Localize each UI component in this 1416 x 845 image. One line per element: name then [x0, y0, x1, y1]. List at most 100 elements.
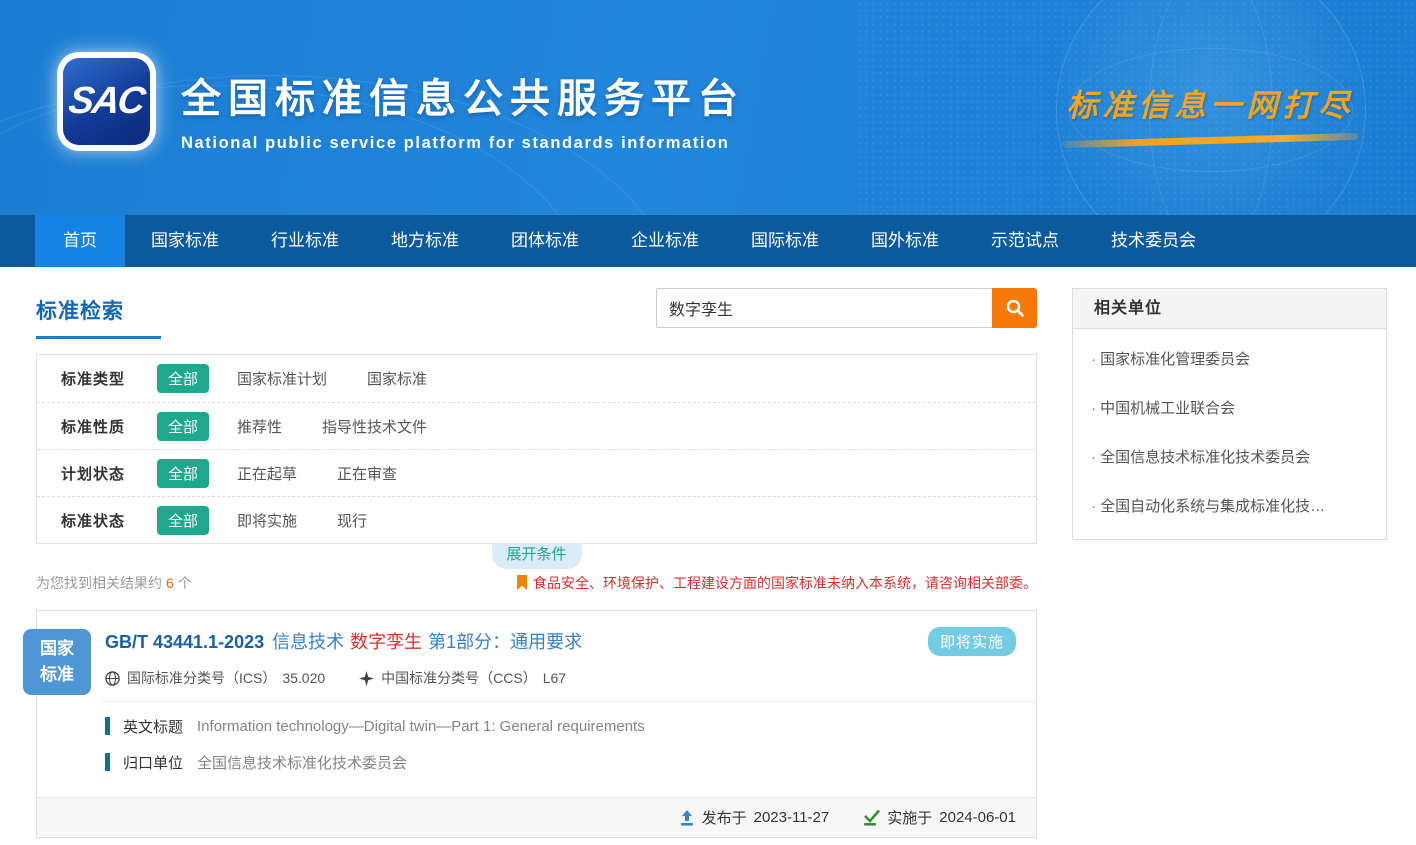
national-standard-badge: 国家 标准 [23, 629, 91, 695]
impl-label: 实施于 [887, 807, 932, 828]
filter-option[interactable]: 现行 [337, 510, 367, 531]
compass-icon [359, 671, 374, 686]
page-content: 标准检索 标准类型 全部 国家标准计划 [0, 267, 1416, 838]
related-unit-link[interactable]: 国家标准化管理委员会 [1073, 335, 1386, 384]
filter-label: 标准性质 [61, 416, 157, 437]
nav-item-foreign-standards[interactable]: 国外标准 [845, 215, 965, 267]
site-title: 全国标准信息公共服务平台 [181, 66, 745, 124]
result-summary-prefix: 为您找到相关结果约 [36, 575, 162, 591]
filter-label: 标准类型 [61, 368, 157, 389]
related-unit-link[interactable]: 全国信息技术标准化技术委员会 [1073, 433, 1386, 482]
main-navbar: 首页 国家标准 行业标准 地方标准 团体标准 企业标准 国际标准 国外标准 示范… [0, 215, 1416, 267]
bookmark-icon [516, 575, 528, 591]
status-badge: 即将实施 [928, 627, 1016, 656]
notice-text: 食品安全、环境保护、工程建设方面的国家标准未纳入本系统，请咨询相关部委。 [533, 573, 1037, 593]
results-meta-row: 为您找到相关结果约6个 食品安全、环境保护、工程建设方面的国家标准未纳入本系统，… [36, 573, 1037, 593]
related-unit-link[interactable]: 中国机械工业联合会 [1073, 384, 1386, 433]
filter-option[interactable]: 国家标准计划 [237, 368, 327, 389]
standard-title-highlight: 数字孪生 [350, 632, 422, 652]
badge-line2: 标准 [40, 662, 74, 688]
slogan-text: 标准信息一网打尽 [1063, 80, 1358, 125]
nav-item-group-standards[interactable]: 团体标准 [485, 215, 605, 267]
filter-option[interactable]: 正在起草 [237, 463, 297, 484]
filter-option[interactable]: 即将实施 [237, 510, 297, 531]
impl-date-item: 实施于 2024-06-01 [863, 807, 1016, 828]
nav-item-home[interactable]: 首页 [35, 215, 125, 267]
classification-row: 国际标准分类号（ICS） 35.020 中国标准分类号（CCS） L67 [105, 668, 906, 688]
search-row: 标准检索 [36, 288, 1037, 332]
nav-item-national-standards[interactable]: 国家标准 [125, 215, 245, 267]
filter-row-standard-status: 标准状态 全部 即将实施 现行 [37, 496, 1036, 543]
ics-value: 35.020 [282, 670, 325, 686]
filter-row-standard-type: 标准类型 全部 国家标准计划 国家标准 [37, 355, 1036, 402]
sac-logo-inner: SAC [63, 58, 150, 145]
ccs-value: L67 [543, 670, 566, 686]
related-unit-link[interactable]: 全国自动化系统与集成标准化技… [1073, 482, 1386, 531]
sidebar: 相关单位 国家标准化管理委员会 中国机械工业联合会 全国信息技术标准化技术委员会… [1072, 288, 1387, 838]
org-value: 全国信息技术标准化技术委员会 [197, 752, 407, 773]
check-icon [863, 810, 880, 826]
card-head: GB/T 43441.1-2023 信息技术数字孪生第1部分：通用要求 国际标准分… [37, 611, 1036, 688]
publish-icon [679, 810, 695, 826]
related-units-title: 相关单位 [1073, 289, 1386, 329]
detail-bar [105, 753, 110, 771]
card-footer: 发布于 2023-11-27 实施于 2024-06-01 [37, 797, 1036, 837]
main-column: 标准检索 标准类型 全部 国家标准计划 [36, 288, 1037, 838]
nav-item-pilot[interactable]: 示范试点 [965, 215, 1085, 267]
impl-date: 2024-06-01 [939, 809, 1016, 826]
section-title-wrap: 标准检索 [36, 288, 124, 325]
filter-option[interactable]: 推荐性 [237, 416, 282, 437]
org-label: 归口单位 [123, 752, 183, 773]
standard-title-part1: 信息技术 [272, 632, 344, 652]
nav-list: 首页 国家标准 行业标准 地方标准 团体标准 企业标准 国际标准 国外标准 示范… [0, 215, 1416, 267]
related-units-panel: 相关单位 国家标准化管理委员会 中国机械工业联合会 全国信息技术标准化技术委员会… [1072, 288, 1387, 540]
banner-slogan: 标准信息一网打尽 [1063, 80, 1358, 144]
sac-logo-text: SAC [66, 80, 146, 123]
search-input[interactable] [656, 288, 992, 328]
banner-titles: 全国标准信息公共服务平台 National public service pla… [181, 66, 745, 153]
badge-line1: 国家 [40, 636, 74, 662]
result-summary: 为您找到相关结果约6个 [36, 573, 192, 593]
search-group [656, 288, 1037, 328]
filter-all-button[interactable]: 全部 [157, 412, 209, 441]
filter-option[interactable]: 正在审查 [337, 463, 397, 484]
nav-item-international-standards[interactable]: 国际标准 [725, 215, 845, 267]
search-button[interactable] [992, 288, 1037, 328]
filter-all-button[interactable]: 全部 [157, 364, 209, 393]
standard-title-link[interactable]: GB/T 43441.1-2023 信息技术数字孪生第1部分：通用要求 [105, 628, 906, 654]
english-title-label: 英文标题 [123, 716, 183, 737]
page-title: 标准检索 [36, 300, 124, 323]
site-banner: SAC 全国标准信息公共服务平台 National public service… [0, 0, 1416, 215]
filter-all-button[interactable]: 全部 [157, 459, 209, 488]
globe-icon [105, 671, 120, 686]
expand-conditions-button[interactable]: 展开条件 [492, 543, 582, 569]
result-card: 国家 标准 即将实施 GB/T 43441.1-2023 信息技术数字孪生第1部分… [36, 610, 1037, 838]
card-details: 英文标题 Information technology—Digital twin… [37, 702, 1036, 797]
result-summary-suffix: 个 [178, 575, 192, 591]
ccs-label: 中国标准分类号（CCS） [381, 668, 537, 688]
filter-option[interactable]: 国家标准 [367, 368, 427, 389]
filter-all-button[interactable]: 全部 [157, 506, 209, 535]
org-row: 归口单位 全国信息技术标准化技术委员会 [105, 751, 1016, 773]
filter-label: 标准状态 [61, 510, 157, 531]
filter-box: 标准类型 全部 国家标准计划 国家标准 标准性质 全部 推荐性 指导性技术文件 … [36, 354, 1037, 544]
nav-item-enterprise-standards[interactable]: 企业标准 [605, 215, 725, 267]
title-underline [36, 336, 161, 339]
sac-logo[interactable]: SAC [57, 52, 156, 151]
nav-item-local-standards[interactable]: 地方标准 [365, 215, 485, 267]
filter-row-plan-status: 计划状态 全部 正在起草 正在审查 [37, 449, 1036, 496]
system-notice: 食品安全、环境保护、工程建设方面的国家标准未纳入本系统，请咨询相关部委。 [516, 573, 1037, 593]
filter-option[interactable]: 指导性技术文件 [322, 416, 427, 437]
nav-item-technical-committee[interactable]: 技术委员会 [1085, 215, 1222, 267]
ics-label: 国际标准分类号（ICS） [127, 668, 276, 688]
standard-title-part2: 第1部分：通用要求 [428, 632, 582, 652]
standard-code: GB/T 43441.1-2023 [105, 632, 264, 652]
english-title-value: Information technology—Digital twin—Part… [197, 718, 645, 735]
site-subtitle: National public service platform for sta… [181, 134, 745, 153]
english-title-row: 英文标题 Information technology—Digital twin… [105, 715, 1016, 737]
expand-wrap: 展开条件 [36, 543, 1037, 569]
publish-date: 2023-11-27 [754, 809, 830, 826]
nav-item-industry-standards[interactable]: 行业标准 [245, 215, 365, 267]
result-count: 6 [166, 575, 174, 591]
search-icon [1005, 298, 1025, 318]
